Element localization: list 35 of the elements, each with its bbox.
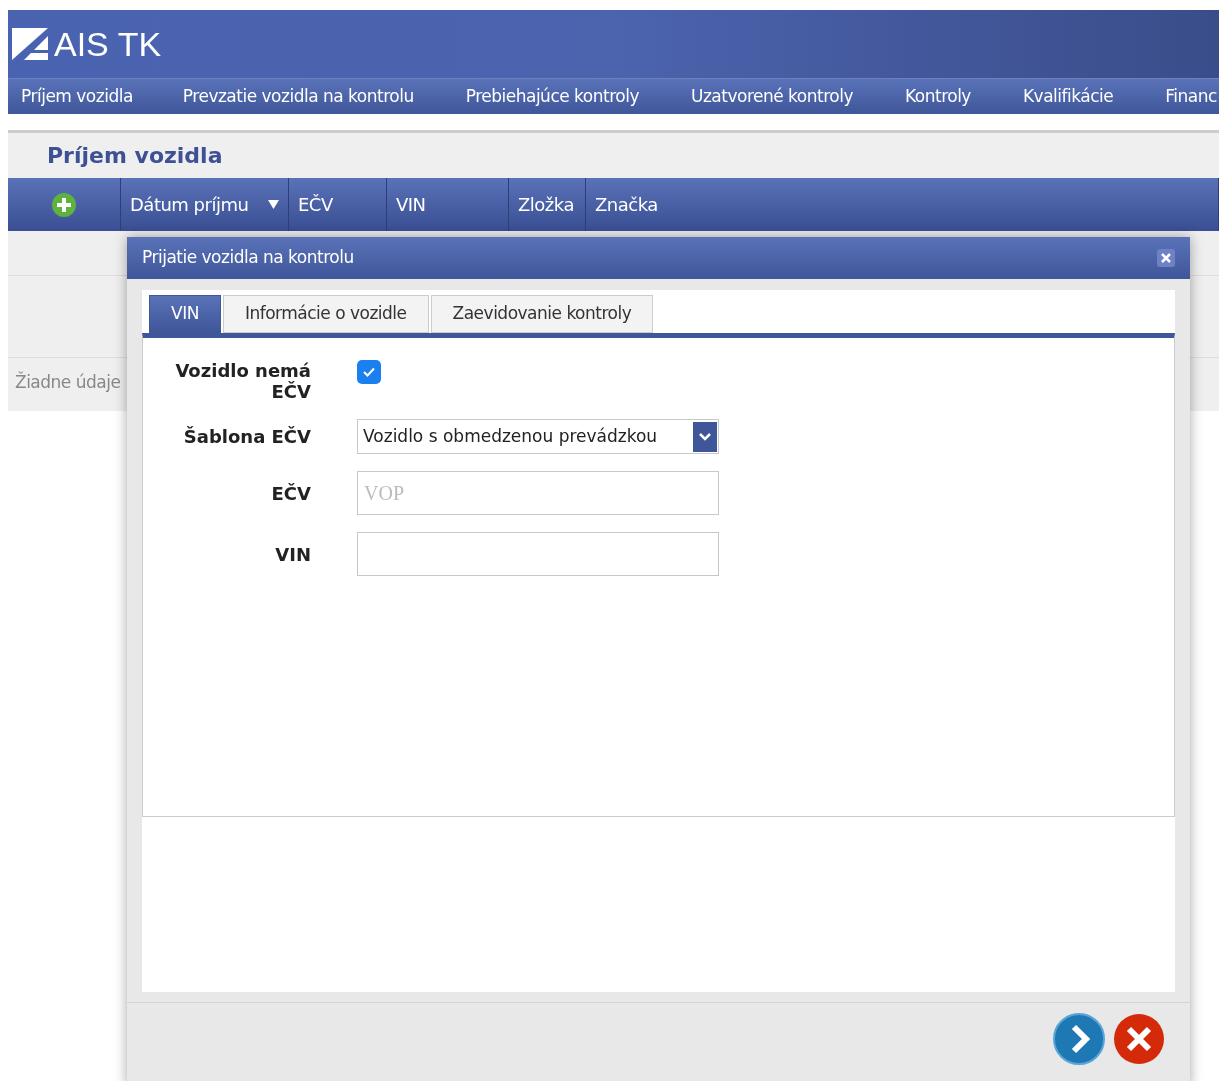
column-header[interactable]: Zložka [509, 178, 586, 231]
select-value: Vozidlo s obmedzenou prevádzkou [363, 424, 658, 448]
nav-item[interactable]: Príjem vozidla [8, 83, 183, 110]
nav-item[interactable]: Uzatvorené kontroly [690, 83, 905, 110]
logo-icon [12, 28, 48, 60]
cancel-button[interactable] [1113, 1013, 1165, 1065]
empty-message: Žiadne údaje [15, 370, 121, 395]
next-button[interactable] [1053, 1013, 1105, 1065]
select-field[interactable]: Vozidlo s obmedzenou prevádzkou [357, 419, 719, 454]
tab[interactable]: Zaevidovanie kontroly [430, 295, 654, 333]
column-header[interactable]: Dátum príjmu [121, 178, 289, 231]
text-field[interactable] [357, 532, 719, 576]
column-header[interactable]: VIN [387, 178, 509, 231]
dialog-title: Prijatie vozidla na kontrolu [142, 246, 354, 270]
field-label: EČV [270, 482, 311, 504]
dropdown-icon [693, 421, 717, 452]
field-label: Vozidlo nemá EČV [174, 360, 311, 402]
nav-item[interactable]: Kvalifikácie [1022, 83, 1166, 110]
column-header[interactable]: EČV [289, 178, 387, 231]
field-label: VIN [274, 543, 311, 565]
field-label: Šablona EČV [182, 426, 311, 447]
nav-item[interactable]: Kontroly [905, 83, 1023, 110]
add-icon[interactable] [51, 191, 77, 218]
tab[interactable]: Informácie o vozidle [222, 295, 429, 333]
checkbox[interactable] [357, 360, 381, 384]
tab[interactable]: VIN [149, 295, 221, 333]
nav-item[interactable]: Financ [1165, 83, 1219, 110]
column-header[interactable]: Značka [586, 178, 1219, 231]
check-icon [363, 367, 375, 377]
app-title: AIS TK [54, 23, 162, 65]
text-field[interactable]: VOP [357, 471, 719, 515]
close-icon[interactable] [1157, 249, 1175, 267]
nav-item[interactable]: Prebiehajúce kontroly [465, 83, 691, 110]
panel-title: Príjem vozidla [47, 142, 223, 170]
nav-item[interactable]: Prevzatie vozidla na kontrolu [182, 83, 466, 110]
